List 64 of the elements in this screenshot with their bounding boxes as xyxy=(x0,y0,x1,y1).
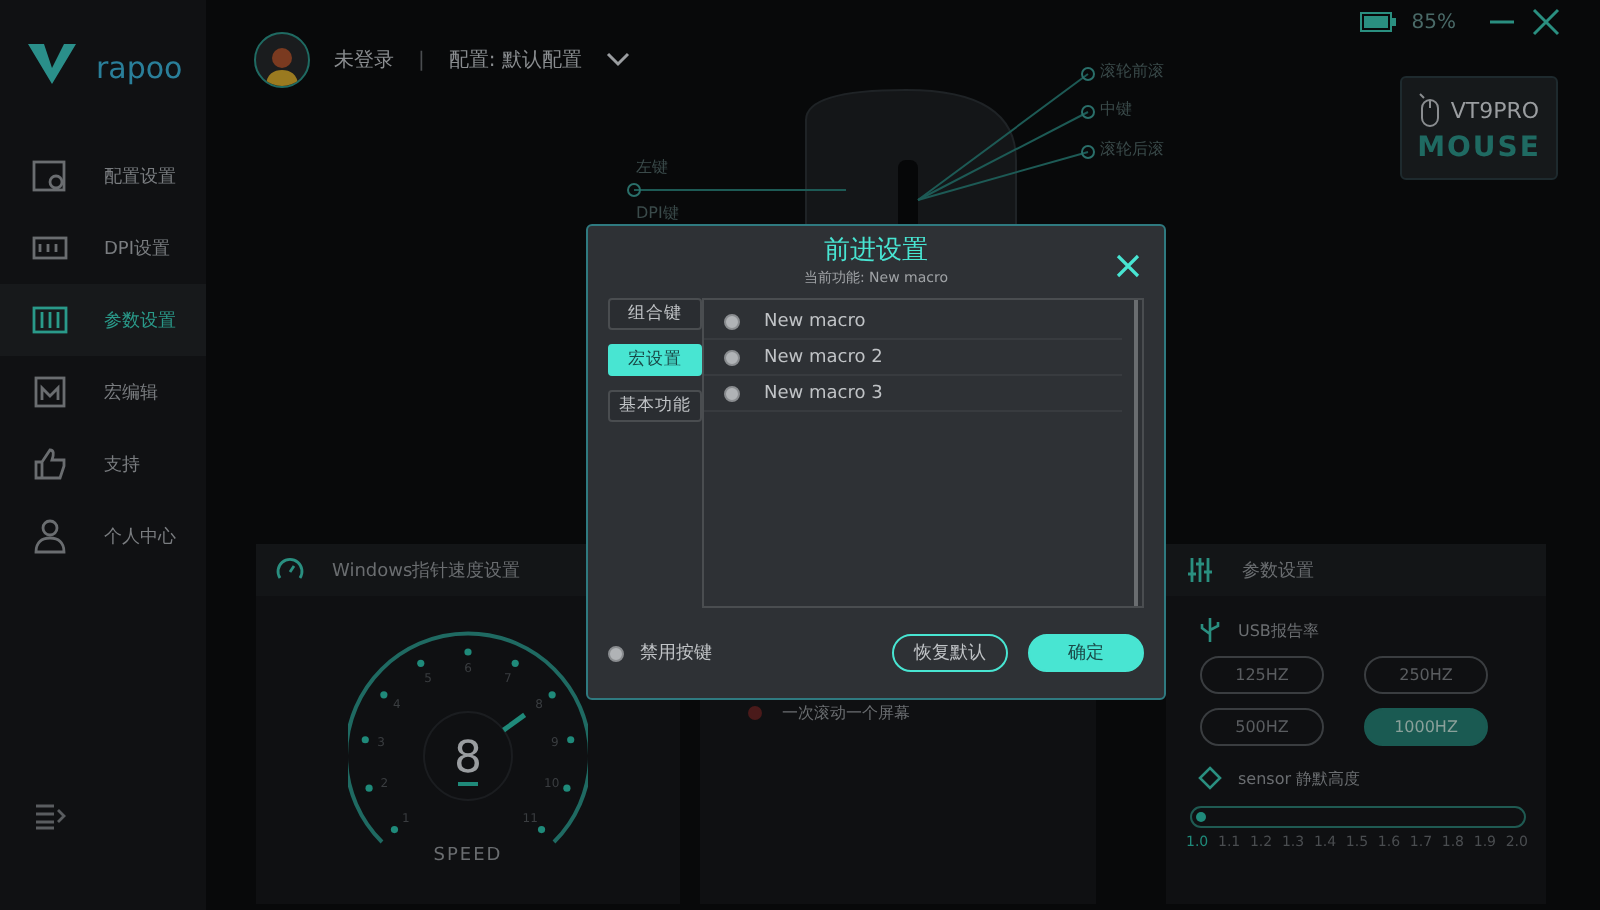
radio-button[interactable] xyxy=(608,645,624,661)
radio-button[interactable] xyxy=(724,385,740,401)
separator: | xyxy=(418,49,425,71)
anchor-dot xyxy=(1081,105,1095,119)
anchor-dot xyxy=(1081,145,1095,159)
sidebar-item[interactable]: 参数设置 xyxy=(0,284,206,356)
macro-item[interactable]: New macro 3 xyxy=(704,376,1122,412)
button-label: 左键 xyxy=(636,156,668,178)
slider-thumb[interactable] xyxy=(1196,812,1206,822)
button-label: 中键 xyxy=(1100,98,1132,120)
sensor-icon xyxy=(1198,766,1222,790)
chevron-icon[interactable] xyxy=(605,52,630,68)
button-label: 滚轮后滚 xyxy=(1100,138,1164,160)
dialog-title: 前进设置 xyxy=(824,234,928,268)
macro-item[interactable]: New macro xyxy=(704,304,1122,340)
profile-selector[interactable]: 配置: 默认配置 xyxy=(448,46,582,74)
speed-caption: SPEED xyxy=(433,846,503,866)
sidebar-icon xyxy=(32,374,68,410)
close-icon[interactable] xyxy=(1116,254,1140,278)
button-label: 滚轮前滚 xyxy=(1100,60,1164,82)
gauge-icon xyxy=(276,556,304,584)
sidebar-item[interactable]: 配置设置 xyxy=(0,140,206,212)
panel-title: 参数设置 xyxy=(1242,559,1314,583)
close-icon[interactable] xyxy=(1532,8,1560,36)
sidebar-icon xyxy=(32,446,68,482)
radio-button[interactable] xyxy=(724,313,740,329)
usb-rate-label: USB报告率 xyxy=(1238,619,1319,641)
brand-logo: rapoo xyxy=(24,40,184,88)
sidebar-icon xyxy=(32,302,68,338)
reset-button[interactable]: 恢复默认 xyxy=(892,634,1008,672)
dialog-tab[interactable]: 基本功能 xyxy=(608,390,702,422)
value-underline xyxy=(458,782,478,786)
usb-icon xyxy=(1198,616,1222,644)
height-slider[interactable] xyxy=(1190,806,1526,828)
panel-title: Windows指针速度设置 xyxy=(332,559,521,583)
sidebar-icon xyxy=(32,518,68,554)
mouse-icon xyxy=(1418,92,1443,128)
avatar[interactable] xyxy=(254,32,310,88)
sidebar-item[interactable]: 宏编辑 xyxy=(0,356,206,428)
confirm-button[interactable]: 确定 xyxy=(1028,634,1144,672)
menu-icon[interactable] xyxy=(34,802,66,830)
disable-key-option[interactable]: 禁用按键 xyxy=(608,640,712,666)
sidebar-item[interactable]: DPI设置 xyxy=(0,212,206,284)
dialog-tab[interactable]: 组合键 xyxy=(608,298,702,330)
scroll-option[interactable]: 一次滚动一个屏幕 xyxy=(700,702,1096,724)
speed-value: 8 xyxy=(454,734,482,784)
sidebar-item[interactable]: 个人中心 xyxy=(0,500,206,572)
radio-button[interactable] xyxy=(724,349,740,365)
anchor-dot xyxy=(1081,67,1095,81)
sensor-height-label: sensor 静默高度 xyxy=(1238,767,1361,789)
battery-level: 85% xyxy=(1411,11,1456,33)
sidebar-item[interactable]: 支持 xyxy=(0,428,206,500)
button-label: DPI键 xyxy=(636,202,679,224)
model-name: VT9PRO xyxy=(1450,97,1540,123)
macro-item[interactable]: New macro 2 xyxy=(704,340,1122,376)
dialog-tab[interactable]: 宏设置 xyxy=(608,344,702,376)
anchor-dot xyxy=(627,183,641,197)
battery-icon xyxy=(1359,12,1396,32)
scrollbar[interactable] xyxy=(1134,300,1138,606)
user-status[interactable]: 未登录 xyxy=(334,46,394,74)
sidebar-icon xyxy=(32,158,68,194)
sliders-icon xyxy=(1186,556,1214,584)
radio-dot[interactable] xyxy=(748,706,762,720)
device-type: MOUSE xyxy=(1417,132,1541,164)
